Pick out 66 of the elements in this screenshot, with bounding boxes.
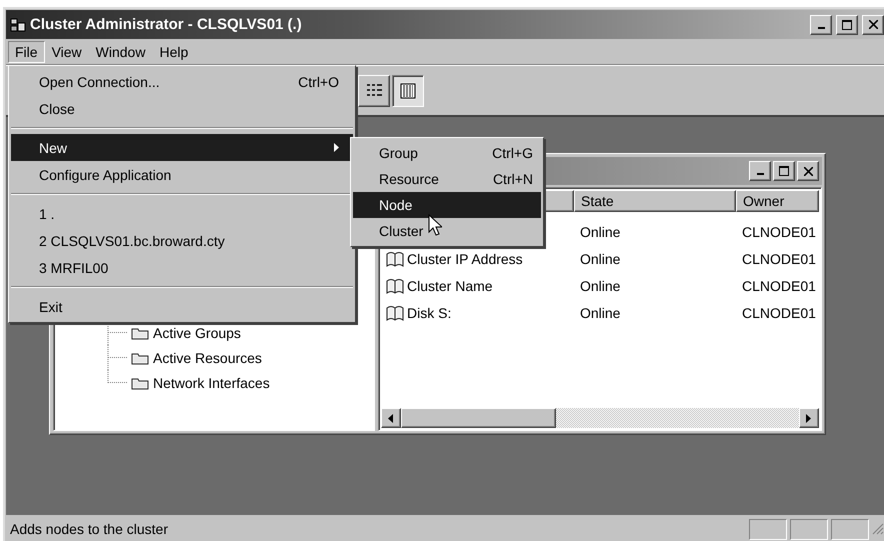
folder-icon — [131, 326, 149, 340]
maximize-icon — [842, 20, 852, 30]
menu-item[interactable]: 3 MRFIL00 — [11, 254, 353, 281]
menu-item[interactable]: New — [11, 134, 353, 161]
book-icon — [385, 304, 405, 322]
menu-item[interactable]: Exit — [11, 293, 353, 320]
menu-bar-item[interactable]: File — [8, 40, 45, 62]
column-header[interactable]: State — [574, 190, 736, 212]
maximize-button[interactable] — [773, 161, 795, 181]
menu-bar-item[interactable]: Help — [152, 40, 196, 62]
table-cell: Cluster Name — [407, 278, 493, 294]
minimize-button[interactable] — [749, 161, 771, 181]
table-cell-text: Online — [579, 224, 622, 240]
cursor-icon — [428, 214, 442, 236]
list-view-button[interactable] — [358, 74, 390, 106]
close-button[interactable] — [797, 161, 819, 181]
menu-item[interactable]: 1 . — [11, 200, 353, 227]
book-icon — [385, 250, 405, 268]
close-icon — [804, 166, 812, 176]
menu-item[interactable]: Node — [353, 192, 541, 218]
column-header[interactable]: Owner — [736, 190, 819, 212]
table-cell-text: Online — [579, 278, 622, 294]
folder-icon — [131, 376, 149, 390]
tree-item[interactable]: Active Resources — [153, 350, 262, 366]
maximize-icon — [779, 166, 789, 176]
status-panel — [749, 518, 787, 540]
menu-bar-item[interactable]: View — [44, 40, 89, 62]
menu-item[interactable]: Configure Application — [11, 161, 353, 188]
minimize-icon — [756, 173, 764, 175]
table-cell-text: CLNODE01 — [741, 250, 817, 266]
menu-item[interactable]: Group Ctrl+G — [353, 140, 541, 166]
menu-item[interactable]: Cluster — [353, 218, 541, 244]
table-cell: Disk S: — [407, 304, 452, 320]
cluster-icon — [10, 16, 26, 32]
minimize-button[interactable] — [810, 14, 832, 34]
table-cell: Cluster IP Address — [407, 250, 523, 266]
tree-item[interactable]: Network Interfaces — [153, 374, 270, 390]
details-view-button[interactable] — [392, 74, 424, 106]
close-button[interactable] — [862, 14, 884, 34]
folder-icon — [131, 350, 149, 364]
book-icon — [385, 276, 405, 294]
window-title: Cluster Administrator - CLSQLVS01 (.) — [30, 16, 303, 33]
right-arrow-icon — [806, 414, 812, 422]
submenu-arrow-icon — [334, 143, 339, 152]
tree-item[interactable]: Active Groups — [153, 324, 241, 340]
status-panel — [831, 518, 869, 540]
horizontal-scrollbar[interactable] — [381, 408, 819, 428]
details-view-icon — [400, 82, 416, 98]
maximize-button[interactable] — [836, 14, 858, 34]
table-cell-text: CLNODE01 — [741, 224, 817, 240]
menu-item[interactable]: Close — [11, 95, 353, 122]
table-cell-text: Online — [579, 304, 622, 320]
left-arrow-icon — [388, 414, 394, 422]
table-cell-text: CLNODE01 — [741, 304, 817, 320]
menu-bar-item[interactable]: Window — [88, 40, 152, 62]
table-cell-text: CLNODE01 — [741, 278, 817, 294]
minimize-icon — [818, 26, 824, 28]
menu-item[interactable]: Resource Ctrl+N — [353, 166, 541, 192]
close-icon — [868, 20, 878, 29]
menu-item[interactable]: 2 CLSQLVS01.bc.broward.cty — [11, 227, 353, 254]
table-cell-text: Online — [579, 250, 622, 266]
status-text: Adds nodes to the cluster — [10, 521, 169, 537]
menu-item[interactable]: Open Connection... Ctrl+O — [11, 68, 353, 95]
status-panel — [790, 518, 828, 540]
list-view-icon — [366, 84, 382, 97]
resize-grip-icon[interactable] — [872, 523, 884, 535]
